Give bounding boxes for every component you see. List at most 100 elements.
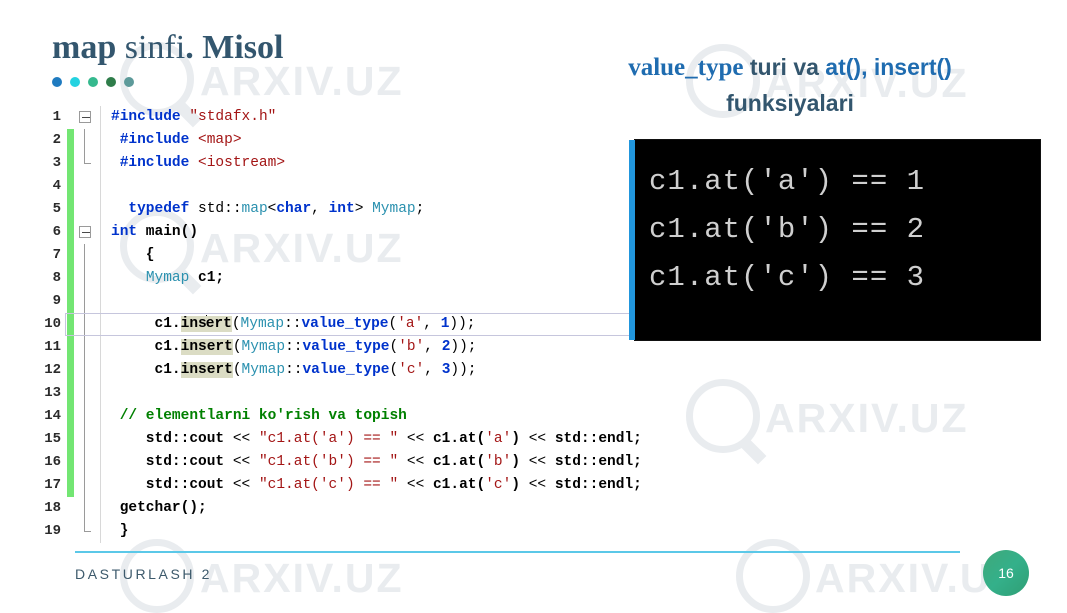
code-token: "c1.at('c') == " <box>258 477 399 493</box>
code-token: c1. <box>111 362 181 378</box>
fold-margin[interactable] <box>74 290 100 313</box>
code-text[interactable]: c1.insert(Mymap::value_type('c', 3)); <box>109 359 477 382</box>
code-text[interactable]: { <box>109 244 155 267</box>
fold-margin[interactable] <box>74 152 100 175</box>
fold-collapse-icon[interactable] <box>79 226 91 238</box>
code-token: 'a' <box>397 316 424 332</box>
code-line[interactable]: 13 <box>38 382 918 405</box>
page-title-part-0: map <box>52 29 117 66</box>
code-token: ) <box>511 454 521 470</box>
change-marker <box>67 244 74 267</box>
fold-margin[interactable] <box>74 313 100 336</box>
change-marker <box>67 175 74 198</box>
fold-margin[interactable] <box>74 244 100 267</box>
code-token: c1. <box>111 339 181 355</box>
gutter-separator <box>100 106 101 129</box>
code-text[interactable]: // elementlarni ko'rish va topish <box>109 405 407 428</box>
change-marker <box>67 359 74 382</box>
gutter-separator <box>100 290 101 313</box>
code-text[interactable]: c1.insert(Mymap::value_type('b', 2)); <box>109 336 477 359</box>
code-token: << <box>520 454 555 470</box>
fold-margin[interactable] <box>74 221 100 244</box>
fold-margin[interactable] <box>74 267 100 290</box>
code-text[interactable] <box>109 382 111 405</box>
code-token: << <box>520 477 555 493</box>
fold-margin[interactable] <box>74 129 100 152</box>
fold-guide-line <box>84 405 85 428</box>
fold-margin[interactable] <box>74 106 100 129</box>
page-title: map sinfi. Misol <box>52 28 283 68</box>
code-token: ( <box>389 339 399 355</box>
code-token: 'a' <box>485 431 512 447</box>
code-text[interactable]: c1.insert(Mymap::value_type('a', 1)); <box>65 313 765 336</box>
code-token: 'c' <box>398 362 425 378</box>
code-text[interactable] <box>109 175 111 198</box>
fold-margin[interactable] <box>74 198 100 221</box>
change-marker <box>67 497 74 520</box>
code-text[interactable]: std::cout << "c1.at('c') == " << c1.at('… <box>109 474 642 497</box>
code-text[interactable]: std::cout << "c1.at('a') == " << c1.at('… <box>109 428 642 451</box>
code-line[interactable]: 19 } <box>38 520 918 543</box>
gutter-separator <box>100 129 101 152</box>
gutter-separator <box>100 221 101 244</box>
code-token: std::endl; <box>554 477 642 493</box>
code-text[interactable]: #include <iostream> <box>109 152 285 175</box>
code-text[interactable]: getchar(); <box>109 497 207 520</box>
code-token: 'c' <box>485 477 512 493</box>
fold-margin[interactable] <box>74 359 100 382</box>
footer-label: DASTURLASH 2 <box>75 566 213 582</box>
change-marker <box>67 290 74 313</box>
gutter-separator <box>100 428 101 451</box>
code-token: int <box>111 224 138 240</box>
fold-margin[interactable] <box>74 382 100 405</box>
code-line[interactable]: 15 std::cout << "c1.at('a') == " << c1.a… <box>38 428 918 451</box>
code-text[interactable]: std::cout << "c1.at('b') == " << c1.at('… <box>109 451 642 474</box>
code-text[interactable]: #include "stdafx.h" <box>109 106 276 129</box>
fold-guide-line <box>84 290 85 313</box>
decorative-dot-3 <box>106 77 116 87</box>
fold-margin[interactable] <box>74 405 100 428</box>
code-text[interactable]: typedef std::map<char, int> Mymap; <box>109 198 424 221</box>
code-text[interactable]: Mymap c1; <box>109 267 224 290</box>
fold-guide-line <box>84 359 85 382</box>
code-text[interactable]: #include <map> <box>109 129 242 152</box>
code-text[interactable]: int main() <box>109 221 198 244</box>
fold-end-icon <box>84 520 91 532</box>
line-number: 4 <box>52 178 61 194</box>
gutter-separator <box>100 451 101 474</box>
code-token: Mymap <box>145 270 190 286</box>
code-token: std::endl; <box>554 431 642 447</box>
line-number: 5 <box>52 201 61 217</box>
code-token: > <box>354 201 373 217</box>
code-line[interactable]: 18 getchar(); <box>38 497 918 520</box>
fold-margin[interactable] <box>74 520 100 543</box>
code-line[interactable]: 12 c1.insert(Mymap::value_type('c', 3)); <box>38 359 918 382</box>
code-line[interactable]: 16 std::cout << "c1.at('b') == " << c1.a… <box>38 451 918 474</box>
gutter-separator <box>100 382 101 405</box>
fold-collapse-icon[interactable] <box>79 111 91 123</box>
fold-margin[interactable] <box>74 428 100 451</box>
fold-margin[interactable] <box>74 451 100 474</box>
fold-margin[interactable] <box>74 474 100 497</box>
fold-margin[interactable] <box>74 336 100 359</box>
change-marker <box>67 221 74 244</box>
fold-end-icon <box>84 152 91 164</box>
footer-divider <box>75 551 960 553</box>
fold-margin[interactable] <box>74 497 100 520</box>
code-text[interactable] <box>109 290 111 313</box>
code-token: value_type <box>301 316 389 332</box>
code-text[interactable]: } <box>109 520 129 543</box>
code-token: c1.at( <box>432 477 486 493</box>
gutter-separator <box>100 336 101 359</box>
change-marker <box>67 336 74 359</box>
section-heading-part-0: value_type <box>628 54 744 81</box>
code-line[interactable]: 14 // elementlarni ko'rish va topish <box>38 405 918 428</box>
code-line[interactable]: 17 std::cout << "c1.at('c') == " << c1.a… <box>38 474 918 497</box>
code-token: typedef <box>128 201 190 217</box>
fold-guide-line <box>84 336 85 359</box>
fold-margin[interactable] <box>74 175 100 198</box>
code-token: getchar(); <box>111 500 207 516</box>
code-token: ( <box>388 316 398 332</box>
gutter-separator <box>100 152 101 175</box>
code-token: ) <box>511 431 521 447</box>
